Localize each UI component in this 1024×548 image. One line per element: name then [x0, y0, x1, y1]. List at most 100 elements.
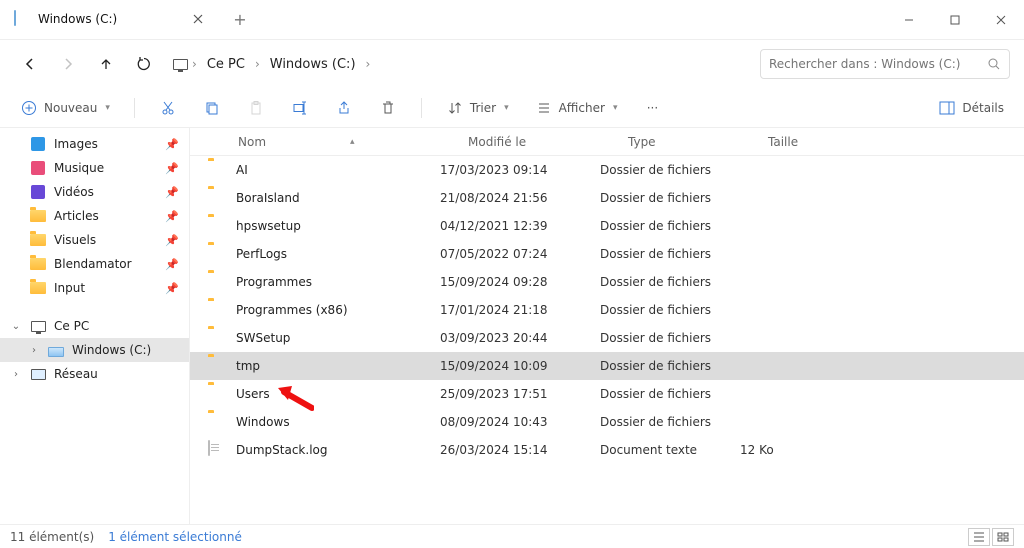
- sidebar-item-visuels[interactable]: Visuels📌: [0, 228, 189, 252]
- pin-icon[interactable]: 📌: [165, 282, 179, 295]
- pin-icon[interactable]: 📌: [165, 138, 179, 151]
- chevron-down-icon[interactable]: ⌄: [10, 321, 22, 332]
- pin-icon[interactable]: 📌: [165, 162, 179, 175]
- file-name: Windows: [236, 415, 290, 429]
- file-name: PerfLogs: [236, 247, 287, 261]
- file-modified: 25/09/2023 17:51: [440, 387, 600, 401]
- pin-icon[interactable]: 📌: [165, 210, 179, 223]
- file-type: Dossier de fichiers: [600, 331, 740, 345]
- sidebar-item-network[interactable]: › Réseau: [0, 362, 189, 386]
- sidebar-item-images[interactable]: Images📌: [0, 132, 189, 156]
- file-type: Dossier de fichiers: [600, 163, 740, 177]
- details-pane-button[interactable]: Détails: [930, 94, 1012, 122]
- minimize-button[interactable]: [886, 0, 932, 39]
- delete-button[interactable]: [371, 94, 405, 122]
- ellipsis-icon: ···: [643, 99, 661, 117]
- chevron-right-icon[interactable]: ›: [364, 57, 373, 71]
- file-type: Document texte: [600, 443, 740, 457]
- pin-icon[interactable]: 📌: [165, 234, 179, 247]
- file-type: Dossier de fichiers: [600, 247, 740, 261]
- sort-button[interactable]: Trier ▾: [438, 94, 517, 122]
- breadcrumb-segment[interactable]: Ce PC: [201, 53, 251, 76]
- pin-icon[interactable]: 📌: [165, 186, 179, 199]
- share-icon: [335, 99, 353, 117]
- view-button[interactable]: Afficher ▾: [527, 94, 626, 122]
- share-button[interactable]: [327, 94, 361, 122]
- sidebar-item-musique[interactable]: Musique📌: [0, 156, 189, 180]
- close-tab-icon[interactable]: [190, 11, 206, 27]
- more-button[interactable]: ···: [635, 94, 669, 122]
- file-row[interactable]: Users25/09/2023 17:51Dossier de fichiers: [190, 380, 1024, 408]
- file-row[interactable]: DumpStack.log26/03/2024 15:14Document te…: [190, 436, 1024, 464]
- scissors-icon: [159, 99, 177, 117]
- file-row[interactable]: Windows08/09/2024 10:43Dossier de fichie…: [190, 408, 1024, 436]
- separator: [134, 98, 135, 118]
- new-button[interactable]: Nouveau ▾: [12, 94, 118, 122]
- monitor-icon: [172, 56, 188, 72]
- search-box[interactable]: [760, 49, 1010, 79]
- file-row[interactable]: AI 17/03/2023 09:14Dossier de fichiers: [190, 156, 1024, 184]
- toolbar: Nouveau ▾ Trier ▾ Afficher ▾ ··· Détails: [0, 88, 1024, 128]
- file-row[interactable]: Programmes (x86)17/01/2024 21:18Dossier …: [190, 296, 1024, 324]
- folder-icon: [30, 256, 46, 272]
- search-icon[interactable]: [987, 57, 1001, 71]
- tab-title: Windows (C:): [38, 12, 182, 26]
- chevron-right-icon[interactable]: ›: [28, 345, 40, 356]
- copy-button[interactable]: [195, 94, 229, 122]
- breadcrumb-segment[interactable]: Windows (C:): [264, 53, 362, 76]
- folder-icon: [30, 232, 46, 248]
- back-button[interactable]: [14, 48, 46, 80]
- view-list-toggle[interactable]: [968, 528, 990, 546]
- sidebar-item-vidéos[interactable]: Vidéos📌: [0, 180, 189, 204]
- chevron-down-icon: ▾: [105, 103, 110, 113]
- sort-asc-icon: ▴: [350, 137, 355, 147]
- new-tab-button[interactable]: +: [220, 0, 260, 39]
- file-row[interactable]: tmp15/09/2024 10:09Dossier de fichiers: [190, 352, 1024, 380]
- column-header-name[interactable]: Nom ▴: [238, 135, 468, 149]
- close-window-button[interactable]: [978, 0, 1024, 39]
- column-header-type[interactable]: Type: [628, 135, 768, 149]
- file-row[interactable]: PerfLogs 07/05/2022 07:24Dossier de fichi…: [190, 240, 1024, 268]
- paste-icon: [247, 99, 265, 117]
- chevron-right-icon[interactable]: ›: [253, 57, 262, 71]
- folder-icon: [30, 208, 46, 224]
- column-header-size[interactable]: Taille: [768, 135, 848, 149]
- breadcrumb[interactable]: › Ce PC › Windows (C:) ›: [172, 53, 754, 76]
- sidebar-item-input[interactable]: Input📌: [0, 276, 189, 300]
- file-name: BoraIsland: [236, 191, 300, 205]
- sort-button-label: Trier: [470, 101, 496, 115]
- rename-button[interactable]: [283, 94, 317, 122]
- paste-button[interactable]: [239, 94, 273, 122]
- music-icon: [30, 160, 46, 176]
- sidebar-item-articles[interactable]: Articles📌: [0, 204, 189, 228]
- sidebar-item-blendamator[interactable]: Blendamator📌: [0, 252, 189, 276]
- file-modified: 07/05/2022 07:24: [440, 247, 600, 261]
- status-bar: 11 élément(s) 1 élément sélectionné: [0, 524, 1024, 548]
- tab-current[interactable]: Windows (C:): [0, 0, 220, 39]
- file-row[interactable]: BoraIsland21/08/2024 21:56Dossier de fic…: [190, 184, 1024, 212]
- cut-button[interactable]: [151, 94, 185, 122]
- forward-button[interactable]: [52, 48, 84, 80]
- pin-icon[interactable]: 📌: [165, 258, 179, 271]
- up-button[interactable]: [90, 48, 122, 80]
- file-name: Programmes (x86): [236, 303, 348, 317]
- file-row[interactable]: SWSetup03/09/2023 20:44Dossier de fichie…: [190, 324, 1024, 352]
- column-header-modified[interactable]: Modifié le: [468, 135, 628, 149]
- chevron-right-icon[interactable]: ›: [190, 57, 199, 71]
- network-icon: [30, 366, 46, 382]
- navigation-pane[interactable]: Images📌Musique📌Vidéos📌Articles📌Visuels📌B…: [0, 128, 190, 524]
- maximize-button[interactable]: [932, 0, 978, 39]
- file-modified: 17/03/2023 09:14: [440, 163, 600, 177]
- sidebar-item-this-pc[interactable]: ⌄ Ce PC: [0, 314, 189, 338]
- search-input[interactable]: [769, 57, 979, 71]
- file-rows[interactable]: AI17/03/2023 09:14Dossier de fichiersBor…: [190, 156, 1024, 524]
- chevron-right-icon[interactable]: ›: [10, 369, 22, 380]
- refresh-button[interactable]: [128, 48, 160, 80]
- view-grid-toggle[interactable]: [992, 528, 1014, 546]
- file-row[interactable]: hpswsetup04/12/2021 12:39Dossier de fich…: [190, 212, 1024, 240]
- sidebar-item-drive[interactable]: › Windows (C:): [0, 338, 189, 362]
- image-icon: [30, 136, 46, 152]
- file-name: AI: [236, 163, 248, 177]
- file-name: SWSetup: [236, 331, 290, 345]
- file-row[interactable]: Programmes15/09/2024 09:28Dossier de fic…: [190, 268, 1024, 296]
